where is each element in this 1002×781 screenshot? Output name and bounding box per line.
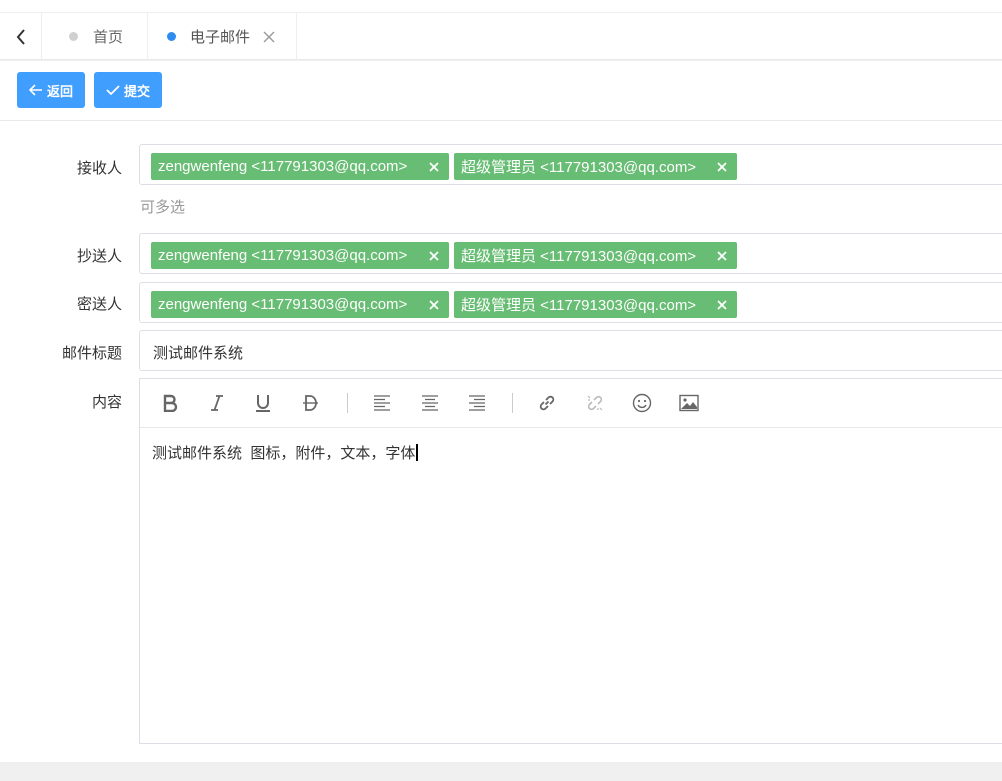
chevron-left-icon <box>16 28 25 45</box>
top-strip <box>0 0 1002 13</box>
align-left-icon[interactable] <box>370 391 394 415</box>
action-toolbar: 返回 提交 <box>0 61 1002 121</box>
bcc-tag: zengwenfeng <117791303@qq.com> <box>151 291 449 318</box>
bcc-field[interactable]: zengwenfeng <117791303@qq.com> 超级管理员 <11… <box>139 282 1002 323</box>
image-icon[interactable] <box>677 391 701 415</box>
close-icon[interactable] <box>714 159 730 175</box>
subject-input[interactable]: 测试邮件系统 <box>139 330 1002 371</box>
content-label: 内容 <box>91 394 122 411</box>
link-icon[interactable] <box>535 391 559 415</box>
tag-label: zengwenfeng <117791303@qq.com> <box>158 296 408 313</box>
submit-button-label: 提交 <box>123 83 150 99</box>
to-hint: 可多选 <box>140 199 186 216</box>
tab-bar: 首页 电子邮件 <box>0 13 1002 60</box>
tab-label: 电子邮件 <box>190 29 251 46</box>
tag-label: 超级管理员 <117791303@qq.com> <box>461 248 697 265</box>
tag-label: 超级管理员 <117791303@qq.com> <box>461 297 697 314</box>
tag-label: zengwenfeng <117791303@qq.com> <box>158 158 408 175</box>
editor-text: 测试邮件系统 图标，附件，文本，字体 <box>152 445 416 462</box>
emoji-icon[interactable] <box>630 391 654 415</box>
bold-icon[interactable] <box>158 391 182 415</box>
to-field[interactable]: zengwenfeng <117791303@qq.com> 超级管理员 <11… <box>139 144 1002 185</box>
arrow-left-icon <box>28 84 42 96</box>
close-icon[interactable] <box>426 297 442 313</box>
editor-toolbar <box>140 379 1002 428</box>
toolbar-divider <box>347 393 348 413</box>
subject-label: 邮件标题 <box>61 345 122 362</box>
to-label: 接收人 <box>76 160 122 177</box>
cc-tag: 超级管理员 <117791303@qq.com> <box>454 242 737 269</box>
check-icon <box>106 85 120 96</box>
bottom-strip <box>0 762 1002 781</box>
align-right-icon[interactable] <box>465 391 489 415</box>
cc-field[interactable]: zengwenfeng <117791303@qq.com> 超级管理员 <11… <box>139 233 1002 274</box>
to-tag: 超级管理员 <117791303@qq.com> <box>454 153 737 180</box>
align-center-icon[interactable] <box>418 391 442 415</box>
underline-icon[interactable] <box>251 391 275 415</box>
tab-home[interactable]: 首页 <box>42 13 148 60</box>
close-icon[interactable] <box>714 248 730 264</box>
submit-button[interactable]: 提交 <box>94 72 162 108</box>
tag-label: zengwenfeng <117791303@qq.com> <box>158 247 408 264</box>
cc-tag: zengwenfeng <117791303@qq.com> <box>151 242 449 269</box>
subject-value: 测试邮件系统 <box>153 345 244 362</box>
tag-label: 超级管理员 <117791303@qq.com> <box>461 159 697 176</box>
close-icon[interactable] <box>262 30 276 44</box>
close-icon[interactable] <box>426 159 442 175</box>
italic-icon[interactable] <box>205 391 229 415</box>
tab-label: 首页 <box>93 29 124 46</box>
cc-label: 抄送人 <box>76 248 122 265</box>
bcc-label: 密送人 <box>76 296 122 313</box>
tab-active-dot <box>167 32 176 41</box>
back-button[interactable]: 返回 <box>17 72 85 108</box>
close-icon[interactable] <box>714 297 730 313</box>
to-tag: zengwenfeng <117791303@qq.com> <box>151 153 449 180</box>
tab-status-dot <box>69 32 78 41</box>
text-caret <box>416 444 418 461</box>
editor-content[interactable]: 测试邮件系统 图标，附件，文本，字体 <box>152 442 418 463</box>
rich-text-editor: 测试邮件系统 图标，附件，文本，字体 <box>139 378 1002 744</box>
back-button-label: 返回 <box>46 83 73 99</box>
strikethrough-icon[interactable] <box>299 391 323 415</box>
tab-email[interactable]: 电子邮件 <box>148 13 297 60</box>
close-icon[interactable] <box>426 248 442 264</box>
main-content: 返回 提交 接收人 zengwenfeng <117791303@qq.com>… <box>0 61 1002 762</box>
bcc-tag: 超级管理员 <117791303@qq.com> <box>454 291 737 318</box>
toolbar-divider <box>512 393 513 413</box>
unlink-icon[interactable] <box>583 391 607 415</box>
tab-scroll-left-button[interactable] <box>0 13 42 60</box>
